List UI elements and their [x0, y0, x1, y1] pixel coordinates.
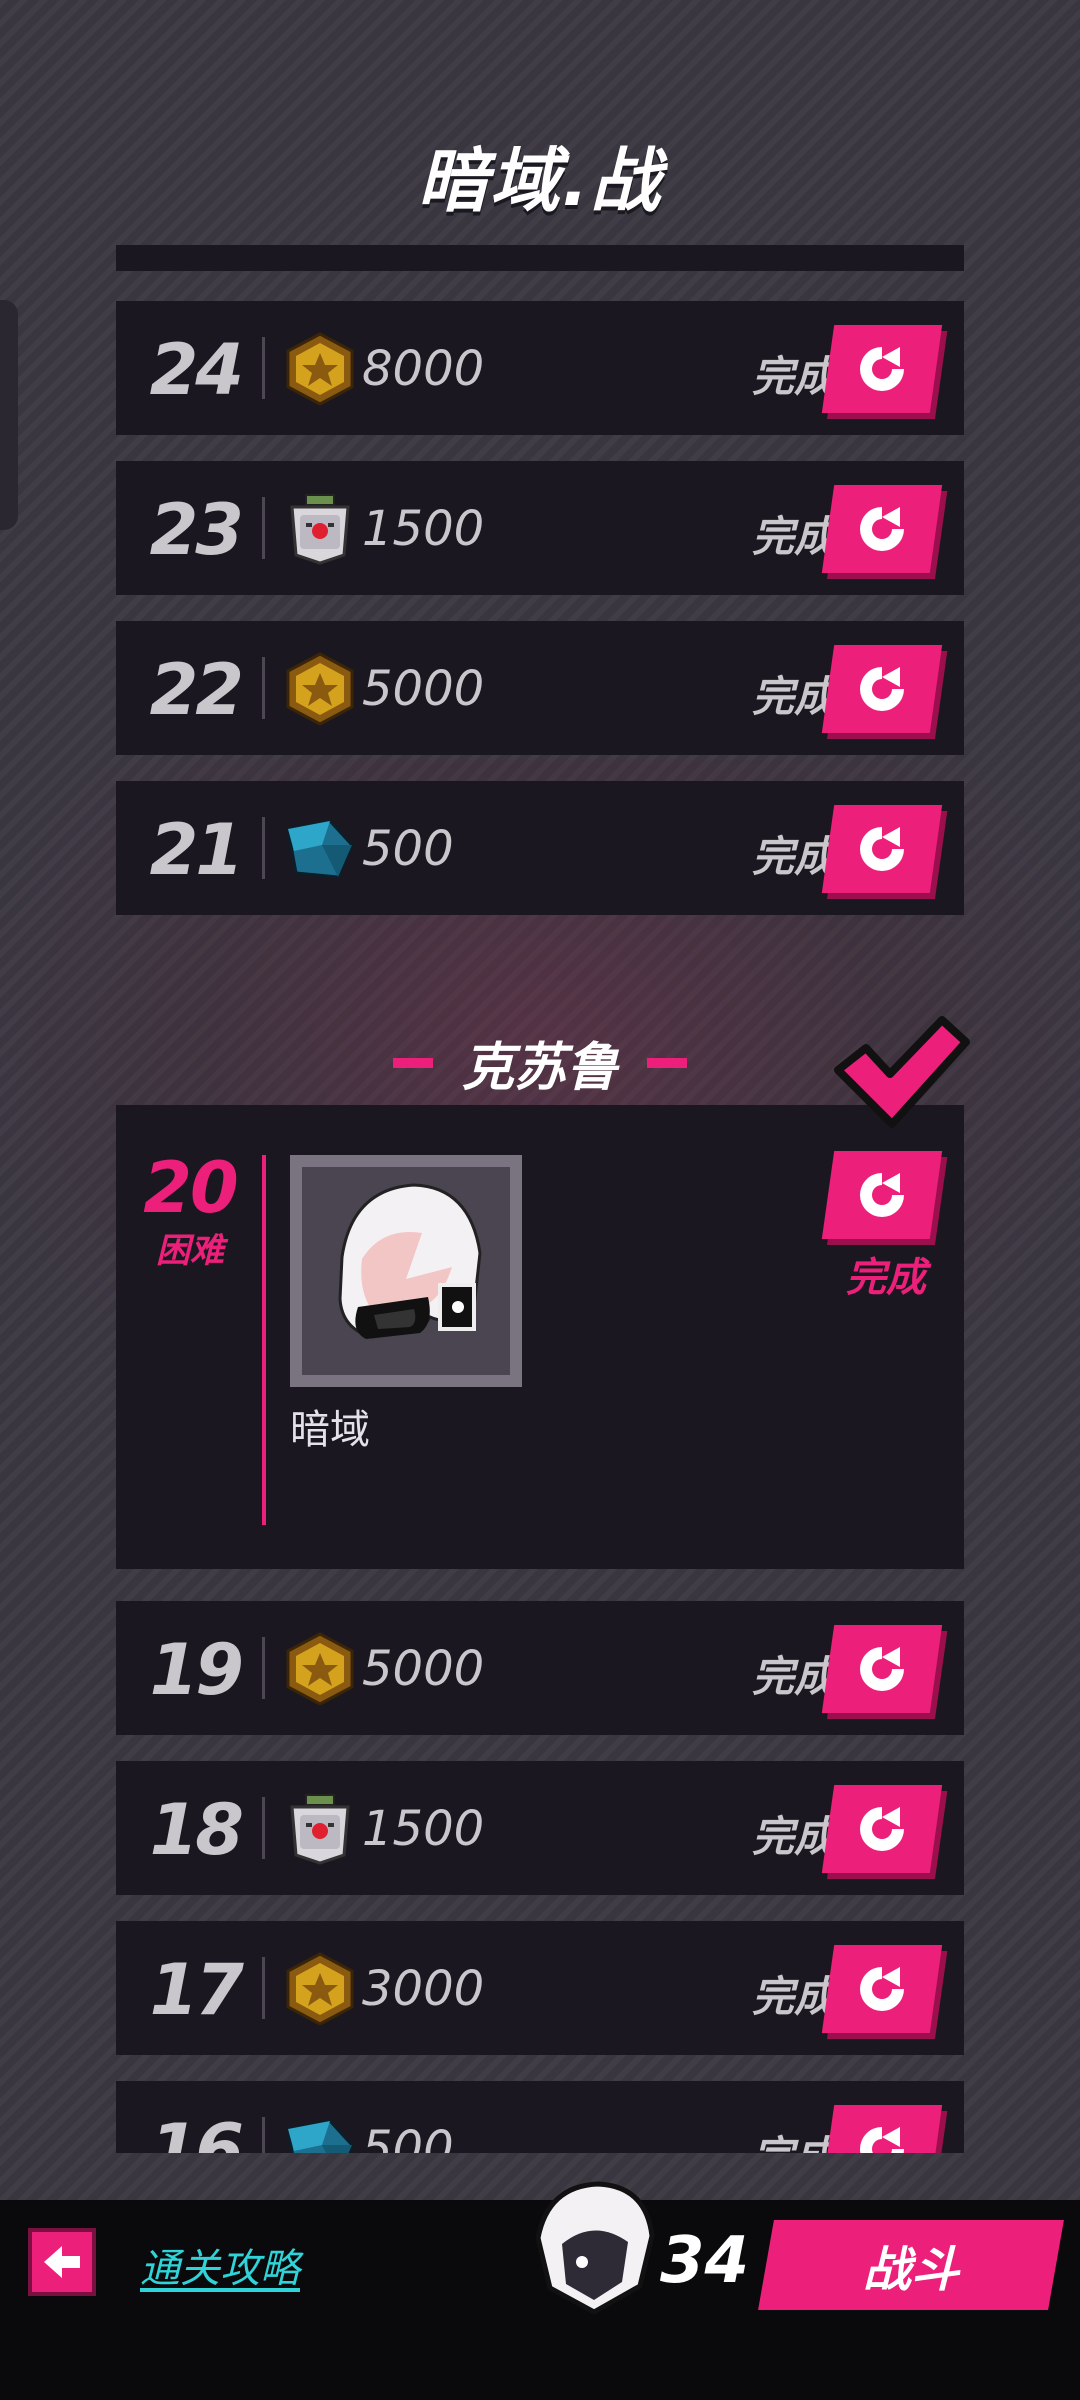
status-label: 完成 [751, 672, 836, 721]
row-divider [262, 1957, 265, 2019]
row-divider [262, 1797, 265, 1859]
row-divider [262, 657, 265, 719]
replay-button[interactable] [821, 805, 943, 893]
level-row[interactable]: 21 500 完成 [116, 781, 964, 915]
replay-button[interactable] [821, 325, 943, 413]
completed-check-icon [834, 1016, 970, 1128]
row-divider [262, 1637, 265, 1699]
reward-amount: 8000 [362, 341, 485, 397]
side-drawer-handle[interactable] [0, 300, 18, 530]
gold-coin-icon [282, 331, 358, 407]
replay-icon [860, 667, 904, 711]
level-number: 17 [149, 1949, 244, 2031]
status-label: 完成 [751, 1972, 836, 2021]
status-label: 完成 [751, 832, 836, 881]
replay-button[interactable] [821, 1625, 943, 1713]
energy-count: 34 [660, 2224, 750, 2298]
boss-divider [262, 1155, 266, 1525]
replay-button[interactable] [821, 1945, 943, 2033]
header-dash-left [392, 1057, 433, 1068]
level-number: 23 [149, 489, 244, 571]
strategy-guide-link[interactable]: 通关攻略 [140, 2236, 300, 2294]
reward-name: 暗域 [290, 1407, 370, 1453]
hooded-character-icon [338, 1183, 482, 1339]
level-row[interactable]: 22 5000 完成 [116, 621, 964, 755]
level-row[interactable]: 23 1500 完成 [116, 461, 964, 595]
gold-coin-icon [282, 1951, 358, 2027]
level-row[interactable]: 19 5000 完成 [116, 1601, 964, 1735]
level-row[interactable]: 17 3000 完成 [116, 1921, 964, 2055]
replay-icon [860, 1647, 904, 1691]
boss-section-title: 克苏鲁 [461, 1038, 618, 1098]
replay-button[interactable] [821, 645, 943, 733]
replay-button[interactable] [821, 485, 943, 573]
reward-amount: 1500 [362, 501, 485, 557]
boss-status-label: 完成 [846, 1255, 926, 1301]
row-divider [262, 817, 265, 879]
replay-icon [860, 347, 904, 391]
reward-skin-portrait[interactable] [290, 1155, 522, 1387]
level-row[interactable]: 24 8000 完成 [116, 301, 964, 435]
player-avatar-icon [535, 2181, 655, 2315]
level-list[interactable]: 24 8000 完成 23 1500 完成 22 5000 完成 21 500 完成 克苏鲁 20 困… [116, 245, 964, 2153]
replay-icon [860, 1807, 904, 1851]
back-button[interactable] [28, 2228, 96, 2296]
boss-replay-button[interactable] [821, 1151, 943, 1239]
battle-button[interactable]: 战斗 [758, 2220, 1064, 2310]
row-divider [262, 497, 265, 559]
replay-icon [860, 2127, 904, 2153]
level-number: 24 [149, 329, 244, 411]
difficulty-label: 困难 [156, 1231, 224, 1271]
level-number: 16 [149, 2109, 244, 2153]
status-label: 完成 [751, 512, 836, 561]
replay-icon [860, 1967, 904, 2011]
gold-coin-icon [282, 651, 358, 727]
blue-gem-icon [282, 2111, 358, 2153]
row-divider [262, 2117, 265, 2153]
level-row[interactable]: 16 500 完成 [116, 2081, 964, 2153]
row-divider [262, 337, 265, 399]
reward-amount: 3000 [362, 1961, 485, 2017]
replay-icon [860, 827, 904, 871]
level-number: 22 [149, 649, 244, 731]
status-label: 完成 [751, 1812, 836, 1861]
header-dash-right [647, 1057, 688, 1068]
status-label: 完成 [716, 2123, 836, 2153]
boss-level-card[interactable]: 20 困难 暗域 完成 [116, 1105, 964, 1569]
reward-amount: 5000 [362, 661, 485, 717]
level-number: 21 [149, 809, 244, 891]
battle-button-label: 战斗 [862, 2242, 959, 2298]
arrow-left-icon [44, 2246, 80, 2278]
level-row[interactable]: 18 1500 完成 [116, 1761, 964, 1895]
gold-coin-icon [282, 1631, 358, 1707]
bottom-bar: 通关攻略 34 战斗 [0, 2181, 1080, 2400]
replay-button[interactable] [821, 2105, 943, 2153]
blue-gem-icon [282, 811, 358, 887]
robot-chip-icon [282, 1791, 358, 1867]
level-number: 18 [149, 1789, 244, 1871]
reward-amount: 1500 [362, 1801, 485, 1857]
replay-icon [860, 1173, 904, 1217]
level-number: 19 [149, 1629, 244, 1711]
reward-amount: 500 [362, 821, 454, 877]
robot-chip-icon [282, 491, 358, 567]
status-label: 完成 [751, 1652, 836, 1701]
status-label: 完成 [751, 352, 836, 401]
replay-button[interactable] [821, 1785, 943, 1873]
page-title: 暗域.战 [417, 140, 663, 222]
replay-icon [860, 507, 904, 551]
list-top-edge [116, 245, 964, 271]
reward-amount: 5000 [362, 1641, 485, 1697]
boss-level-number: 20 [143, 1147, 238, 1229]
reward-amount: 500 [362, 2121, 454, 2153]
